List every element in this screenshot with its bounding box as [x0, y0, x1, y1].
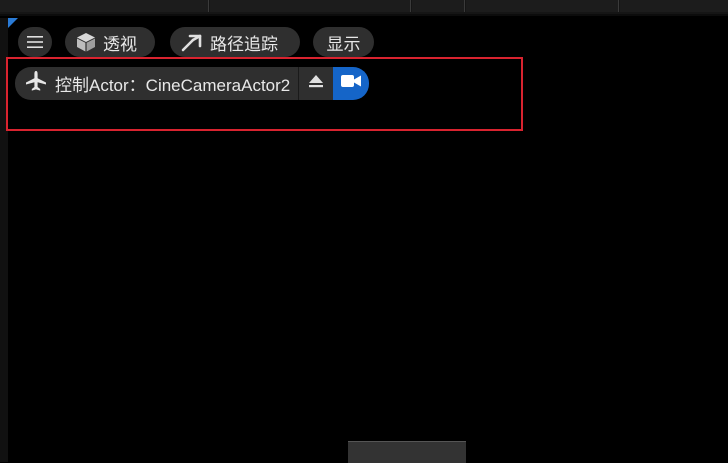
pilot-actor-bar: 控制Actor：CineCameraActor2 — [15, 67, 370, 100]
show-flags-button[interactable]: 显示 — [313, 27, 374, 57]
path-tracing-label: 路径追踪 — [210, 34, 278, 54]
camera-view-toggle[interactable] — [333, 67, 370, 100]
viewport-active-corner — [8, 18, 18, 28]
tab-segment[interactable] — [620, 0, 728, 12]
ray-icon — [180, 31, 204, 53]
show-label: 显示 — [326, 34, 361, 54]
tab-segment[interactable] — [466, 0, 619, 12]
perspective-view-button[interactable]: 透视 — [65, 27, 155, 57]
tab-strip-border — [0, 14, 728, 16]
tab-segment[interactable] — [0, 0, 209, 12]
plane-icon — [25, 70, 47, 97]
path-tracing-button[interactable]: 路径追踪 — [170, 27, 300, 57]
perspective-label: 透视 — [103, 34, 137, 54]
cube-icon — [75, 31, 97, 53]
hamburger-icon — [27, 35, 43, 49]
eject-button[interactable] — [298, 67, 334, 100]
tab-segment[interactable] — [210, 0, 411, 12]
viewport-menu-button[interactable] — [18, 27, 52, 57]
tab-segment[interactable] — [412, 0, 465, 12]
scene-object — [348, 441, 466, 463]
top-tab-strip — [0, 0, 728, 16]
eject-icon — [308, 74, 324, 93]
pilot-actor-indicator[interactable]: 控制Actor：CineCameraActor2 — [15, 67, 299, 100]
video-camera-icon — [340, 73, 362, 94]
pilot-actor-label: 控制Actor：CineCameraActor2 — [55, 76, 291, 95]
